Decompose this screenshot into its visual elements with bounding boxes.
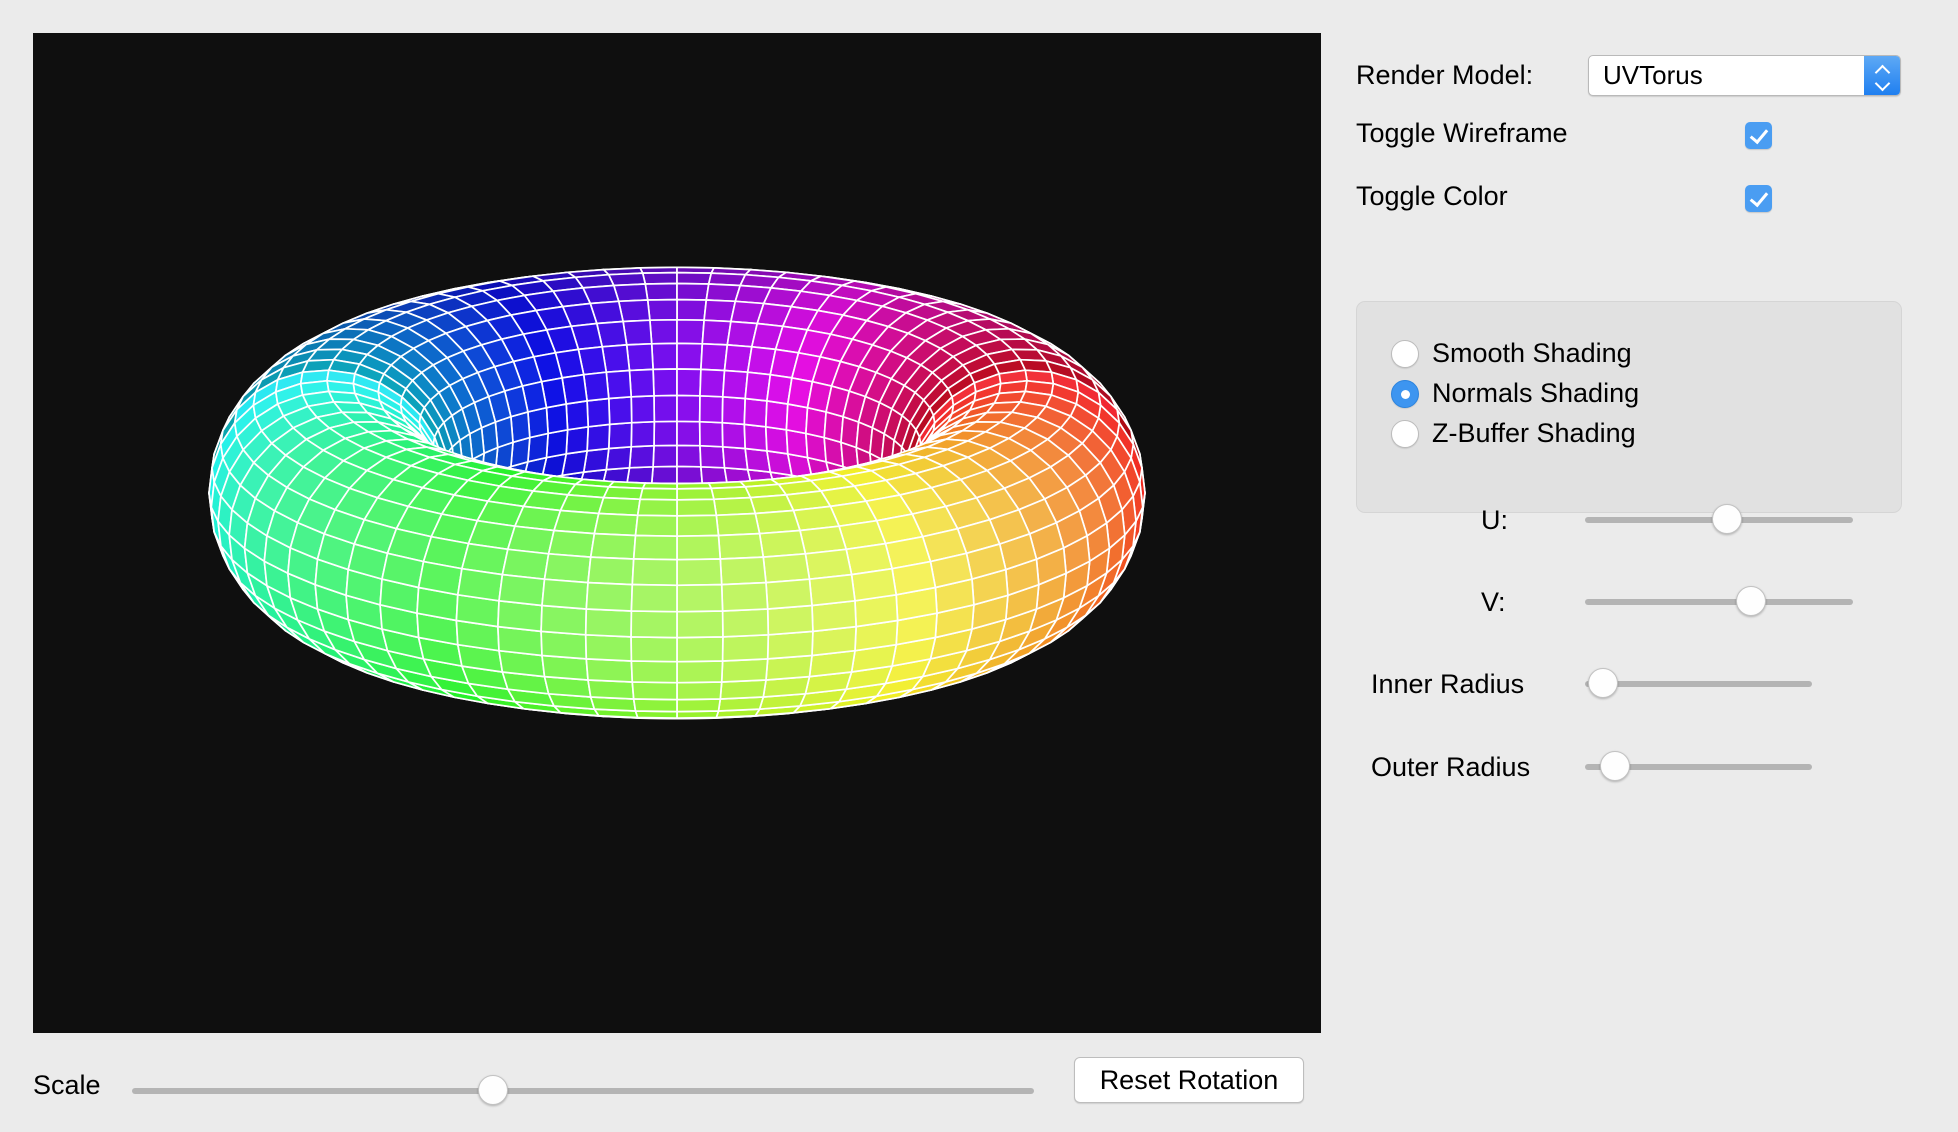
- v-slider-label: V:: [1481, 587, 1506, 618]
- toggle-wireframe-label: Toggle Wireframe: [1356, 118, 1568, 149]
- outer-radius-label: Outer Radius: [1371, 752, 1530, 783]
- v-slider-track[interactable]: [1585, 599, 1853, 605]
- radio-smooth-shading-label: Smooth Shading: [1432, 338, 1632, 369]
- render-viewport[interactable]: [33, 33, 1321, 1033]
- u-slider[interactable]: [1585, 504, 1853, 534]
- scale-slider-thumb[interactable]: [478, 1075, 508, 1105]
- v-slider[interactable]: [1585, 586, 1853, 616]
- inner-radius-slider-track[interactable]: [1585, 681, 1812, 687]
- stepper-arrows-icon[interactable]: [1864, 56, 1900, 95]
- inner-radius-slider[interactable]: [1585, 668, 1812, 698]
- scale-slider-track[interactable]: [132, 1088, 1034, 1094]
- outer-radius-slider[interactable]: [1585, 751, 1812, 781]
- radio-z-buffer-shading-label: Z-Buffer Shading: [1432, 418, 1636, 449]
- radio-normals-shading-icon[interactable]: [1391, 380, 1419, 408]
- v-slider-row: V:: [1481, 587, 1506, 618]
- u-slider-row: U:: [1481, 505, 1508, 536]
- scale-label: Scale: [33, 1070, 101, 1101]
- u-slider-label: U:: [1481, 505, 1508, 536]
- toggle-color-checkbox[interactable]: [1745, 185, 1772, 212]
- toggle-color-label: Toggle Color: [1356, 181, 1508, 212]
- chevron-up-icon: [1875, 65, 1890, 74]
- radio-normals-shading-label: Normals Shading: [1432, 378, 1639, 409]
- reset-rotation-button[interactable]: Reset Rotation: [1074, 1057, 1304, 1103]
- toggle-wireframe-row: Toggle Wireframe: [1356, 118, 1568, 149]
- radio-option-normals-shading[interactable]: Normals Shading: [1391, 378, 1639, 409]
- inner-radius-slider-thumb[interactable]: [1588, 668, 1618, 698]
- radio-smooth-shading-icon[interactable]: [1391, 340, 1419, 368]
- toggle-color-row: Toggle Color: [1356, 181, 1508, 212]
- chevron-down-icon: [1875, 78, 1890, 87]
- inner-radius-label: Inner Radius: [1371, 669, 1524, 700]
- scale-slider[interactable]: [132, 1075, 1034, 1105]
- u-slider-thumb[interactable]: [1712, 504, 1742, 534]
- render-model-value: UVTorus: [1589, 60, 1864, 91]
- control-panel: Render Model: UVTorus Toggle Wireframe T…: [1355, 0, 1958, 1132]
- reset-rotation-label: Reset Rotation: [1100, 1065, 1279, 1096]
- outer-radius-row: Outer Radius: [1371, 752, 1530, 783]
- toggle-wireframe-checkbox[interactable]: [1745, 122, 1772, 149]
- render-model-row: Render Model:: [1356, 55, 1533, 96]
- render-model-select[interactable]: UVTorus: [1588, 55, 1901, 96]
- v-slider-thumb[interactable]: [1736, 586, 1766, 616]
- shading-mode-group: Smooth Shading Normals Shading Z-Buffer …: [1356, 301, 1902, 513]
- inner-radius-row: Inner Radius: [1371, 669, 1524, 700]
- radio-option-smooth-shading[interactable]: Smooth Shading: [1391, 338, 1632, 369]
- render-model-label: Render Model:: [1356, 60, 1533, 91]
- outer-radius-slider-thumb[interactable]: [1600, 751, 1630, 781]
- radio-option-z-buffer-shading[interactable]: Z-Buffer Shading: [1391, 418, 1636, 449]
- radio-z-buffer-shading-icon[interactable]: [1391, 420, 1419, 448]
- torus-mesh: [33, 33, 1321, 1033]
- bottom-toolbar: Scale Reset Rotation: [0, 1033, 1958, 1132]
